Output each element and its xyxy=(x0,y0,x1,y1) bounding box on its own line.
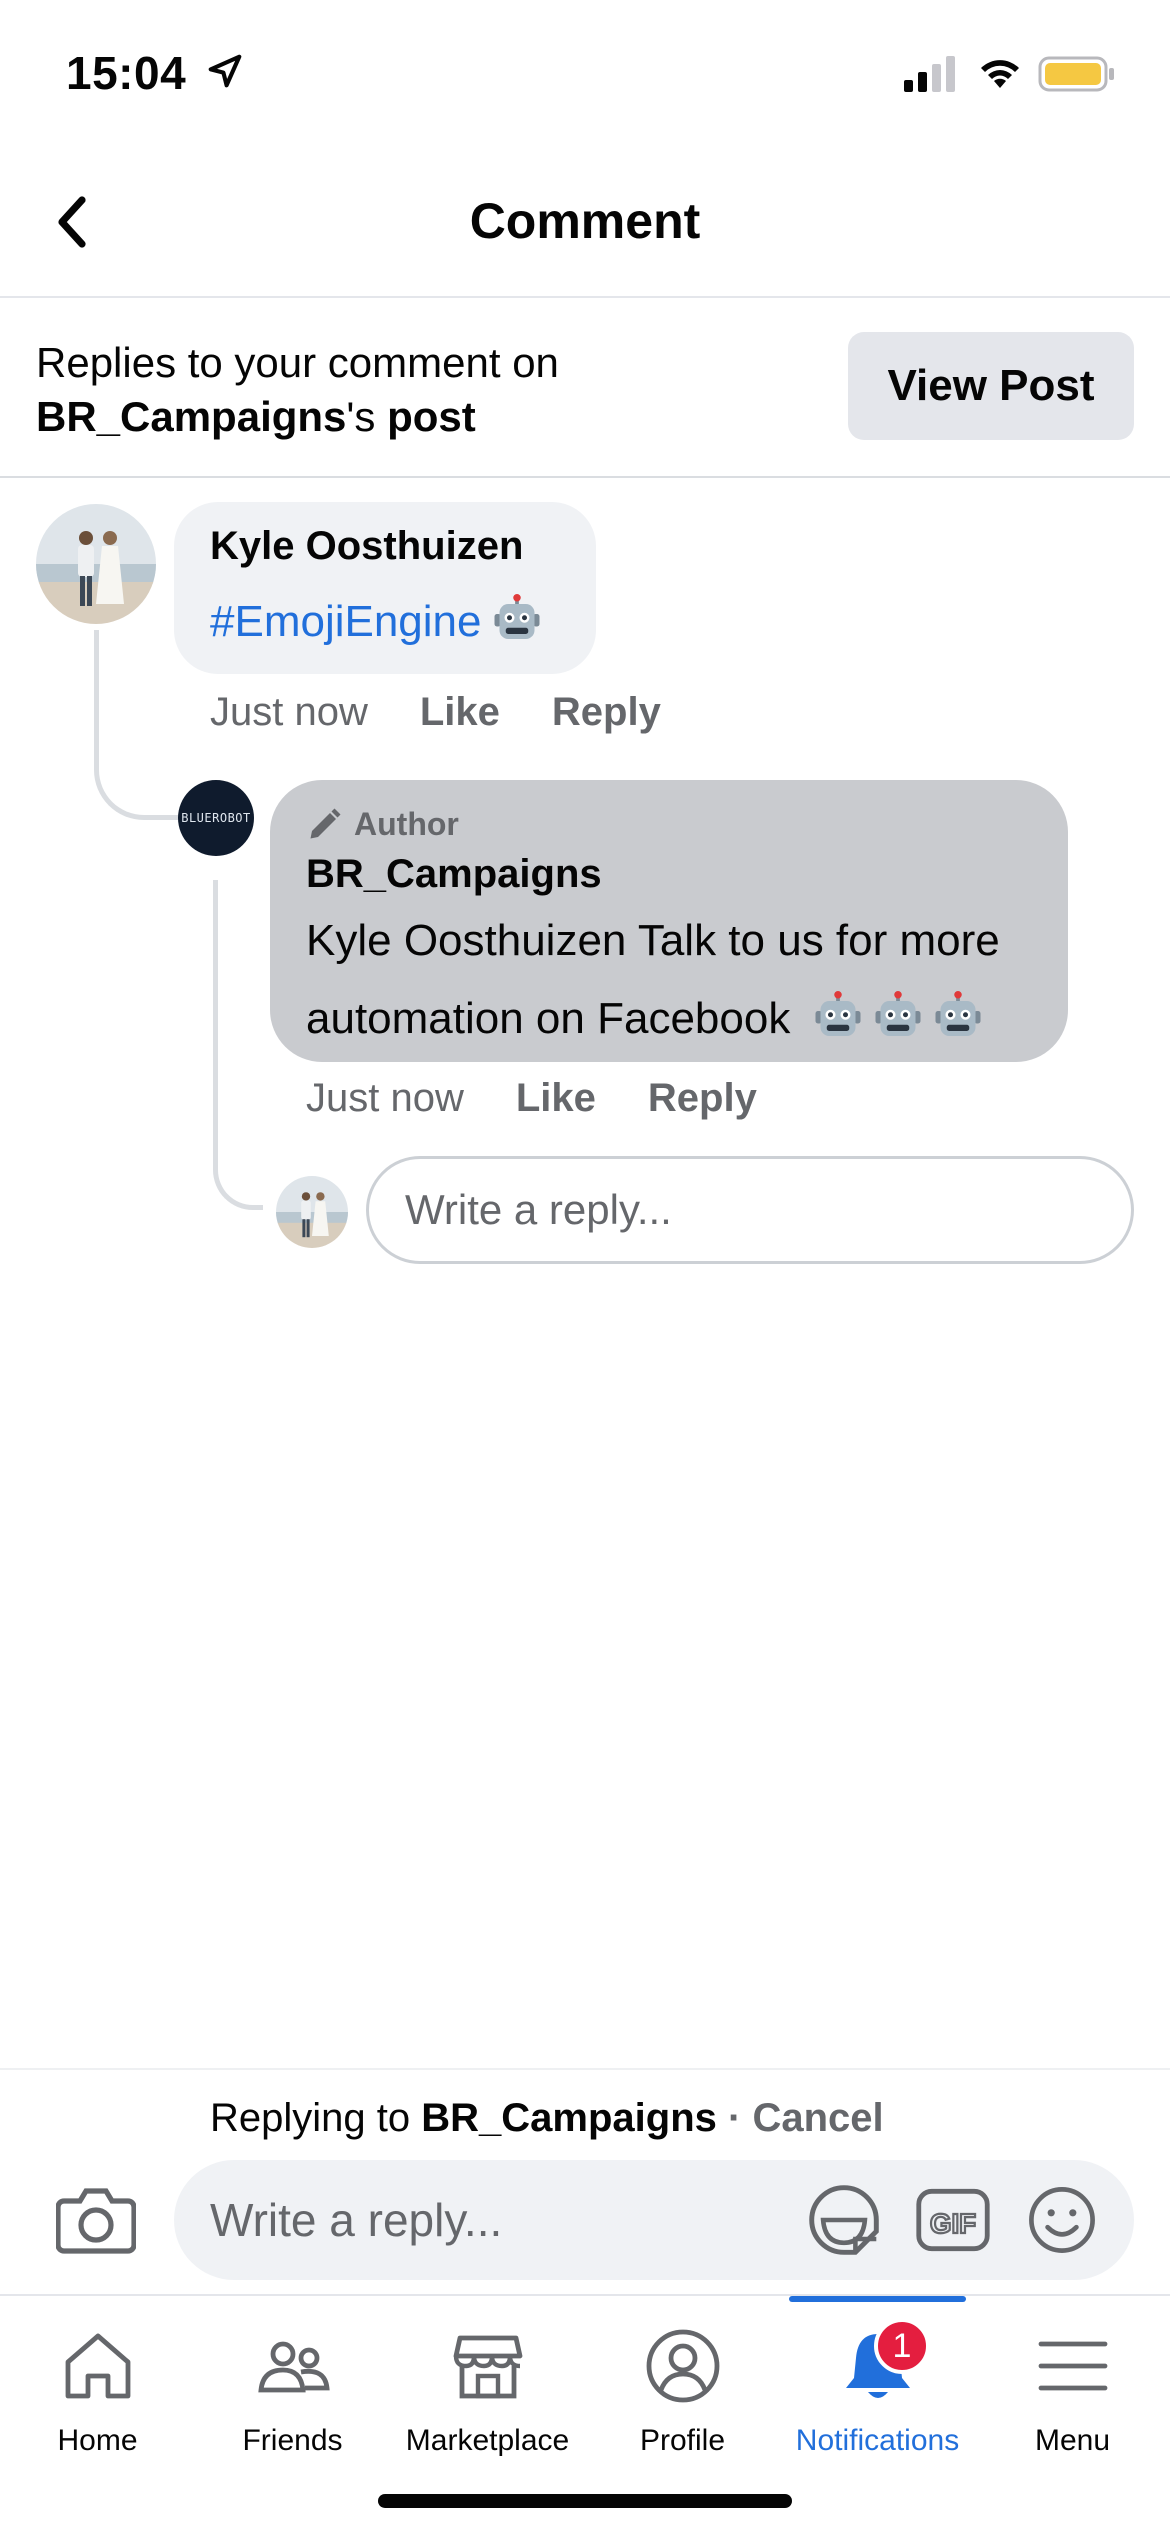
inline-reply-input[interactable]: Write a reply... xyxy=(366,1156,1134,1264)
tab-home[interactable]: Home xyxy=(0,2296,195,2486)
robot-emoji-icon xyxy=(815,991,861,1036)
tab-label: Marketplace xyxy=(405,2424,570,2457)
notification-count-badge: 1 xyxy=(874,2318,930,2374)
current-user-avatar xyxy=(276,1176,348,1248)
reply-button[interactable]: Reply xyxy=(648,1076,757,1121)
replying-to-bar: Replying to BR_Campaigns · Cancel xyxy=(210,2096,884,2141)
gif-icon[interactable]: GIF xyxy=(916,2188,990,2252)
reply-button[interactable]: Reply xyxy=(552,690,661,735)
tab-marketplace[interactable]: Marketplace xyxy=(390,2296,585,2486)
couple-photo xyxy=(36,504,156,624)
home-icon xyxy=(65,2333,131,2399)
comment-author-name[interactable]: Kyle Oosthuizen xyxy=(210,524,523,569)
tab-label: Friends xyxy=(242,2424,343,2457)
comment-bubble[interactable]: Kyle Oosthuizen #EmojiEngine xyxy=(174,502,596,674)
thread-connector xyxy=(94,630,186,820)
context-prefix: Replies to your comment on xyxy=(36,339,559,386)
tab-notifications[interactable]: 1 Notifications xyxy=(780,2296,975,2486)
author-badge-label: Author xyxy=(354,806,459,842)
author-badge: Author xyxy=(306,806,459,843)
battery-icon xyxy=(1038,56,1114,92)
like-button[interactable]: Like xyxy=(516,1076,596,1121)
cellular-signal-icon xyxy=(904,56,955,92)
reply-author-name[interactable]: BR_Campaigns xyxy=(306,852,602,897)
robot-emoji-icon xyxy=(935,991,981,1036)
composer-placeholder: Write a reply... xyxy=(210,2194,503,2246)
reply-text-block: Kyle Oosthuizen Talk to us for more auto… xyxy=(306,902,1046,1058)
wifi-icon xyxy=(981,60,1019,88)
pencil-icon xyxy=(310,808,341,838)
profile-icon xyxy=(646,2329,720,2403)
page-avatar[interactable]: BLUEROBOT xyxy=(178,780,254,856)
robot-emoji-icon xyxy=(494,594,539,639)
separator-dot: · xyxy=(728,2096,742,2140)
context-description: Replies to your comment on BR_Campaigns'… xyxy=(36,336,559,444)
reply-actions: Just now Like Reply xyxy=(306,1076,757,1121)
menu-icon xyxy=(1038,2341,1108,2391)
status-bar: 15:04 xyxy=(0,0,1170,140)
reply-composer: Replying to BR_Campaigns · Cancel Write … xyxy=(0,2068,1170,2294)
tab-label: Menu xyxy=(1034,2424,1111,2457)
marketplace-icon xyxy=(453,2335,523,2399)
thread-connector xyxy=(213,880,263,1210)
context-bar: Replies to your comment on BR_Campaigns'… xyxy=(0,300,1170,478)
view-post-button[interactable]: View Post xyxy=(848,332,1134,440)
cancel-reply-button[interactable]: Cancel xyxy=(752,2096,883,2140)
inline-reply-placeholder: Write a reply... xyxy=(405,1186,672,1233)
svg-text:GIF: GIF xyxy=(930,2208,976,2239)
replying-to-prefix: Replying to xyxy=(210,2096,411,2140)
context-post-owner: BR_Campaigns's post xyxy=(36,393,476,440)
robot-emoji-icon xyxy=(875,991,921,1036)
comment-actions: Just now Like Reply xyxy=(210,690,661,735)
home-indicator[interactable] xyxy=(378,2494,792,2508)
tab-friends[interactable]: Friends xyxy=(195,2296,390,2486)
page-title: Comment xyxy=(469,193,701,249)
reply-bubble[interactable]: Author BR_Campaigns Kyle Oosthuizen Talk… xyxy=(270,780,1068,1062)
top-header: Comment xyxy=(0,160,1170,298)
emoji-icon[interactable] xyxy=(1026,2184,1098,2256)
status-time: 15:04 xyxy=(66,47,187,99)
replying-to-name: BR_Campaigns xyxy=(421,2096,717,2140)
hashtag-link[interactable]: #EmojiEngine xyxy=(210,597,482,646)
tab-label: Notifications xyxy=(795,2424,960,2457)
location-arrow-icon xyxy=(208,54,242,88)
commenter-avatar[interactable] xyxy=(36,504,156,624)
comment-timestamp: Just now xyxy=(210,690,368,734)
camera-icon[interactable] xyxy=(56,2184,136,2254)
sticker-icon[interactable] xyxy=(806,2182,882,2258)
tab-menu[interactable]: Menu xyxy=(975,2296,1170,2486)
couple-photo xyxy=(276,1176,348,1248)
reply-timestamp: Just now xyxy=(306,1076,464,1120)
composer-input[interactable]: Write a reply... GIF xyxy=(174,2160,1134,2280)
friends-icon xyxy=(258,2341,330,2393)
tab-label: Home xyxy=(57,2424,138,2457)
tab-label: Profile xyxy=(639,2424,726,2457)
tab-profile[interactable]: Profile xyxy=(585,2296,780,2486)
like-button[interactable]: Like xyxy=(420,690,500,735)
comment-hashtag-line: #EmojiEngine xyxy=(210,594,542,647)
